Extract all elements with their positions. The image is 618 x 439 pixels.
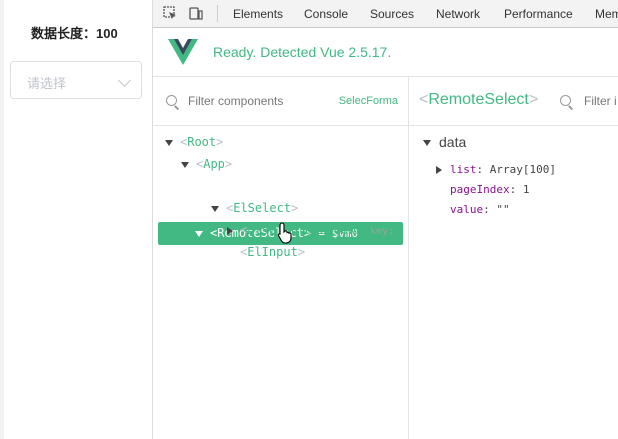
collapse-arrow-icon [227, 226, 233, 235]
devtools-toolbar: Elements Console Sources Network Perform… [153, 0, 618, 28]
vue-logo-icon [168, 39, 198, 65]
tab-performance[interactable]: Performance [504, 7, 573, 21]
tree-node-root[interactable]: <Root> [165, 131, 223, 153]
data-section-header[interactable]: data [423, 134, 466, 150]
select-format-toggle[interactable]: SelecForma [339, 95, 398, 107]
remote-select-input[interactable]: 请选择 [10, 61, 142, 99]
tree-node-app[interactable]: <App> [181, 153, 232, 175]
components-filter-bar: Filter components SelecForma [153, 77, 408, 126]
device-toolbar-icon[interactable] [189, 6, 203, 20]
expand-arrow-icon [211, 205, 219, 212]
devtools-panel: Elements Console Sources Network Perform… [153, 0, 618, 439]
tab-sources[interactable]: Sources [370, 7, 414, 21]
search-icon [560, 95, 571, 106]
inspect-element-icon[interactable] [163, 6, 177, 20]
prop-value[interactable]: value: "" [450, 203, 510, 216]
tree-node-el-select-dropdown[interactable]: <ElSelectDropdown key: [227, 219, 394, 241]
app-preview-panel: 数据长度：100 请选择 [0, 0, 153, 439]
vue-status-text: Ready. Detected Vue 2.5.17. [213, 44, 392, 60]
toolbar-divider [217, 5, 218, 22]
tab-network[interactable]: Network [436, 7, 480, 21]
components-filter-input[interactable]: Filter components [188, 94, 283, 108]
prop-page-index[interactable]: pageIndex: 1 [450, 183, 529, 196]
collapse-arrow-icon [436, 166, 442, 174]
prop-list[interactable]: list: Array[100] [436, 163, 556, 176]
select-placeholder: 请选择 [27, 76, 67, 91]
inspector-filter-input[interactable]: Filter i [584, 94, 617, 108]
vue-devtools-header: Ready. Detected Vue 2.5.17. [153, 28, 618, 77]
tree-node-el-input[interactable]: <ElInput> [240, 241, 305, 263]
key-attribute: key: [370, 226, 395, 237]
components-pane: Filter components SelecForma <Root> <App… [153, 77, 409, 439]
tree-node-el-select[interactable]: <ElSelect> [211, 197, 298, 219]
search-icon [166, 95, 177, 106]
data-length-label: 数据长度：100 [31, 26, 118, 41]
tab-elements[interactable]: Elements [233, 7, 283, 21]
expand-arrow-icon [165, 139, 173, 146]
expand-arrow-icon [423, 140, 431, 147]
scrollbar[interactable] [0, 0, 4, 439]
expand-arrow-icon [181, 161, 189, 168]
inspector-pane: <RemoteSelect> Filter i data list: Array… [409, 77, 618, 439]
expand-arrow-icon [195, 230, 203, 237]
hand-cursor-icon [277, 222, 292, 244]
tab-memory[interactable]: Mem [595, 7, 618, 21]
inspected-component-name: <RemoteSelect> [419, 91, 539, 108]
chevron-down-icon [118, 74, 131, 87]
tab-console[interactable]: Console [304, 7, 348, 21]
inspector-header: <RemoteSelect> Filter i [409, 77, 618, 126]
